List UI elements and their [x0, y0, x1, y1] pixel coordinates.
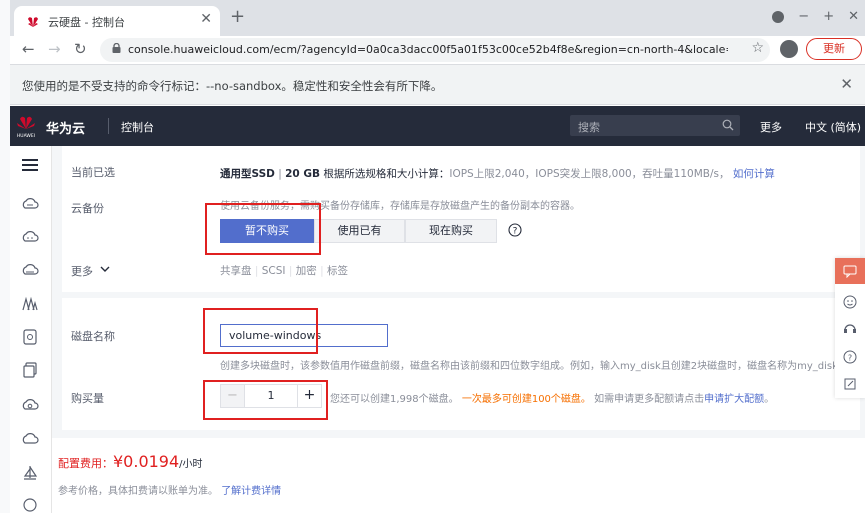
menu-hamburger-icon[interactable] — [21, 156, 39, 174]
calc-note: 根据所选规格和大小计算： — [323, 168, 450, 180]
feedback-smile-icon[interactable] — [843, 295, 857, 309]
svg-text:?: ? — [513, 227, 518, 237]
update-button[interactable]: 更新 — [806, 38, 862, 60]
address-bar-row: ← → ↻ console.huaweicloud.com/ecm/?agenc… — [0, 36, 865, 64]
search-icon[interactable] — [722, 119, 734, 131]
lock-icon — [112, 43, 121, 53]
edit-note-icon[interactable] — [843, 377, 857, 391]
backup-label: 云备份 — [71, 202, 104, 215]
more-item-scsi: SCSI — [261, 265, 286, 277]
quantity-limit-note: 一次最多可创建100个磁盘。 — [461, 394, 591, 405]
current-selection-label: 当前已选 — [71, 166, 115, 179]
language-switcher[interactable]: 中文 (简体) — [805, 119, 861, 135]
header-divider — [108, 118, 109, 134]
svg-text:?: ? — [848, 354, 852, 363]
disk-type: 通用型SSD — [220, 168, 275, 180]
price-line: 配置费用：¥0.0194/小时 — [58, 452, 203, 471]
header-search-input[interactable]: 搜索 — [570, 115, 740, 136]
reload-icon[interactable]: ↻ — [74, 40, 87, 58]
billing-details-link[interactable]: 了解计费详情 — [221, 486, 281, 497]
search-placeholder: 搜索 — [578, 121, 600, 134]
chat-message-button[interactable] — [835, 258, 865, 284]
forward-icon[interactable]: → — [48, 40, 61, 58]
more-item-encryption: 加密 — [295, 265, 317, 277]
disk-name-label: 磁盘名称 — [71, 330, 115, 343]
database-icon[interactable] — [21, 328, 39, 346]
price-value: ¥0.0194 — [113, 452, 180, 471]
svg-text:HUAWEI: HUAWEI — [17, 133, 35, 139]
price-note-line: 参考价格，具体扣费请以账单为准。 了解计费详情 — [58, 486, 282, 497]
chat-icon — [843, 265, 857, 278]
header-more-menu[interactable]: 更多 — [760, 119, 782, 135]
console-header: HUAWEI 华为云 控制台 搜索 更多 中文 (简体) — [10, 106, 865, 146]
highlight-box-quantity — [203, 380, 328, 420]
help-icon[interactable]: ? — [508, 223, 522, 237]
disk-size: 20 GB — [285, 168, 320, 180]
infobar-message: 您使用的是不受支持的命令行标记：--no-sandbox。稳定性和安全性会有所下… — [22, 79, 443, 93]
window-controls: − + ✕ — [772, 9, 859, 24]
sailing-icon[interactable] — [21, 464, 39, 482]
url-input[interactable]: console.huaweicloud.com/ecm/?agencyId=0a… — [100, 38, 770, 62]
browser-tab[interactable]: 云硬盘 - 控制台 ✕ — [14, 6, 220, 36]
huawei-favicon-icon — [28, 17, 38, 27]
quantity-label: 购买量 — [71, 392, 104, 405]
more-services-icon[interactable] — [21, 496, 39, 514]
infobar-close-icon[interactable]: ✕ — [840, 75, 853, 93]
service-sidebar — [10, 146, 52, 513]
more-item-shared-disk: 共享盘 — [220, 265, 252, 277]
cloud-monitor-icon[interactable] — [21, 430, 39, 448]
browser-side-strip — [0, 0, 10, 513]
help-circle-icon[interactable]: ? — [843, 350, 857, 364]
new-tab-icon[interactable]: + — [230, 6, 245, 27]
current-selection-summary: 通用型SSD | 20 GB 根据所选规格和大小计算：IOPS上限2,040，I… — [220, 168, 775, 180]
more-options-label[interactable]: 更多 — [71, 263, 93, 279]
back-icon[interactable]: ← — [22, 40, 35, 58]
backup-option-existing-button[interactable]: 使用已有 — [314, 219, 405, 243]
profile-avatar-icon[interactable] — [780, 40, 798, 58]
chevron-down-icon[interactable] — [100, 264, 110, 274]
cloud-server-icon[interactable] — [21, 195, 39, 213]
perf-spec: IOPS上限2,040，IOPS突发上限8,000，吞吐量110MB/s， — [449, 168, 730, 180]
console-link[interactable]: 控制台 — [121, 119, 154, 135]
backup-option-buy-now-button[interactable]: 现在购买 — [405, 219, 497, 243]
highlight-box-backup — [205, 203, 321, 255]
minimize-icon[interactable]: − — [798, 9, 809, 24]
cloud-backup-icon[interactable] — [21, 396, 39, 414]
cloud-network-icon[interactable] — [21, 261, 39, 279]
brand-name[interactable]: 华为云 — [46, 118, 85, 137]
disk-name-panel: 磁盘名称 创建多块磁盘时，该参数值用作磁盘前缀，磁盘名称由该前缀和四位数字组成。… — [62, 298, 860, 430]
how-to-calc-link[interactable]: 如何计算 — [733, 168, 775, 180]
main-content: 当前已选 通用型SSD | 20 GB 根据所选规格和大小计算：IOPS上限2,… — [52, 146, 865, 513]
unsupported-flag-infobar: 您使用的是不受支持的命令行标记：--no-sandbox。稳定性和安全性会有所下… — [0, 64, 865, 105]
containers-icon[interactable] — [21, 295, 39, 313]
maximize-icon[interactable]: + — [823, 9, 834, 24]
tab-title: 云硬盘 - 控制台 — [48, 16, 125, 29]
quantity-hint: 您还可以创建1,998个磁盘。 一次最多可创建100个磁盘。 如需申请更多配额请… — [330, 394, 775, 405]
price-unit: /小时 — [179, 459, 203, 470]
chrome-menu-icon[interactable] — [772, 11, 785, 23]
url-text: console.huaweicloud.com/ecm/?agencyId=0a… — [128, 43, 728, 56]
support-headset-icon[interactable] — [843, 322, 857, 336]
copy-resources-icon[interactable] — [21, 361, 39, 379]
disk-name-hint: 创建多块磁盘时，该参数值用作磁盘前缀，磁盘名称由该前缀和四位数字组成。例如，输入… — [220, 361, 838, 372]
more-item-tags: 标签 — [326, 265, 348, 277]
huawei-logo-icon[interactable]: HUAWEI — [14, 112, 38, 140]
price-footer: 配置费用：¥0.0194/小时 参考价格，具体扣费请以账单为准。 了解计费详情 — [52, 438, 865, 513]
cloud-storage-icon[interactable] — [21, 228, 39, 246]
quota-request-link[interactable]: 申请扩大配额 — [704, 394, 764, 405]
highlight-box-disk-name — [203, 308, 318, 354]
config-panel: 当前已选 通用型SSD | 20 GB 根据所选规格和大小计算：IOPS上限2,… — [62, 146, 860, 292]
price-label: 配置费用： — [58, 457, 113, 470]
browser-tab-bar: 云硬盘 - 控制台 ✕ + − + ✕ — [0, 0, 865, 36]
close-window-icon[interactable]: ✕ — [848, 9, 859, 24]
bookmark-star-icon[interactable]: ☆ — [751, 40, 764, 56]
tab-close-icon[interactable]: ✕ — [200, 11, 212, 27]
more-options-list: 共享盘 | SCSI | 加密 | 标签 — [220, 265, 348, 277]
